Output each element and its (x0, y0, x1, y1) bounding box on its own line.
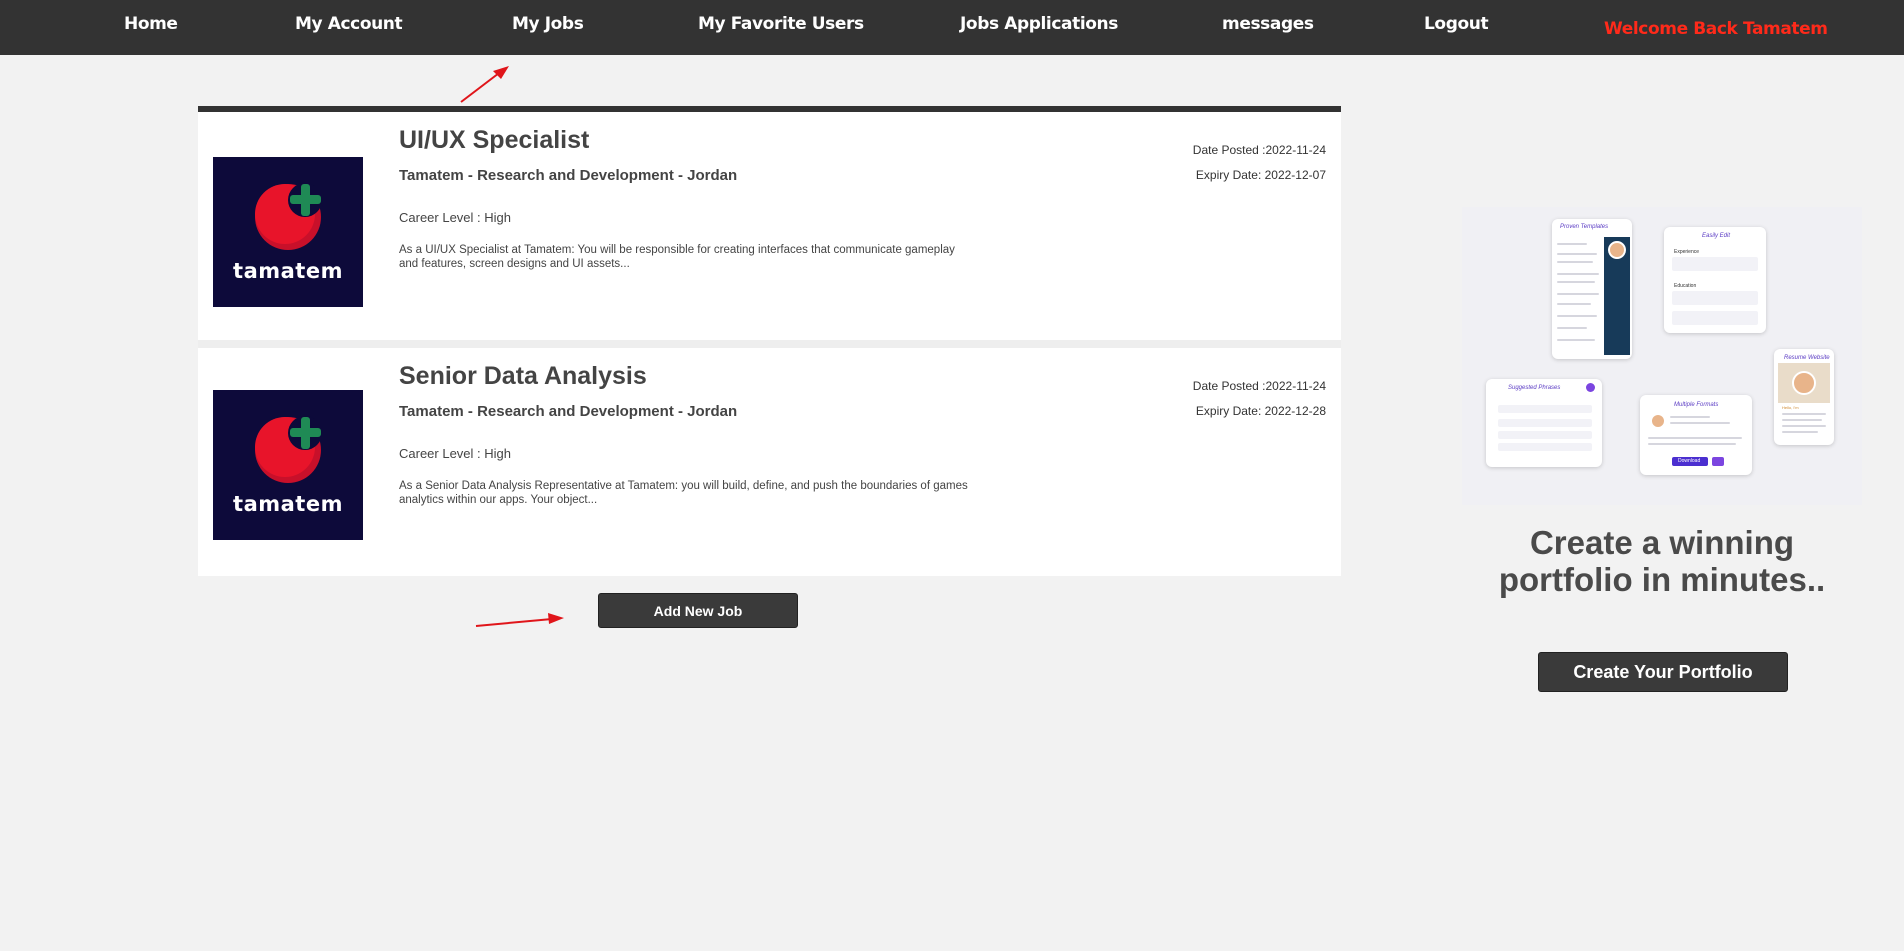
mock-formats-label: Multiple Formats (1674, 402, 1719, 408)
annotation-arrow-add-job (475, 613, 564, 627)
job-title[interactable]: UI/UX Specialist (399, 126, 589, 155)
mock-edit-card: Easily Edit Experience Education (1664, 227, 1766, 333)
nav-logout-link[interactable]: Logout (1424, 14, 1489, 34)
job-company: Tamatem - Research and Development - Jor… (399, 167, 738, 184)
avatar (1792, 371, 1816, 395)
job-card[interactable]: tamatem UI/UX Specialist Tamatem - Resea… (198, 112, 1341, 340)
field-tile (1498, 443, 1592, 451)
text-line (1782, 419, 1822, 421)
top-nav-bar: Home My Account My Jobs My Favorite User… (0, 0, 1904, 55)
company-logo: tamatem (213, 390, 363, 540)
text-line (1782, 413, 1826, 415)
text-line (1557, 243, 1587, 245)
text-line (1557, 303, 1591, 305)
job-career-level: Career Level : High (399, 210, 511, 225)
text-line (1557, 293, 1599, 295)
text-line (1557, 327, 1587, 329)
tomato-icon (255, 416, 322, 483)
plus-icon (1586, 383, 1595, 392)
job-description: As a Senior Data Analysis Representative… (399, 480, 968, 506)
job-list: tamatem UI/UX Specialist Tamatem - Resea… (198, 106, 1341, 576)
field-tile (1498, 419, 1592, 427)
toolbar-tile (1498, 405, 1592, 413)
job-career-level: Career Level : High (399, 446, 511, 461)
text-line (1648, 437, 1742, 439)
text-line (1557, 315, 1597, 317)
mock-phrases-card: Suggested Phrases (1486, 379, 1602, 467)
job-expiry-date: Expiry Date: 2022-12-28 (1195, 404, 1326, 418)
mock-education-label: Education (1674, 283, 1697, 289)
text-line (1557, 273, 1599, 275)
portfolio-promo-image: Proven Templates Easily Edit Experience … (1462, 207, 1862, 505)
avatar (1650, 413, 1666, 429)
job-title[interactable]: Senior Data Analysis (399, 362, 647, 391)
promo-title: Create a winning portfolio in minutes.. (1498, 524, 1826, 598)
nav-messages-link[interactable]: messages (1222, 14, 1314, 34)
mock-format-button (1712, 457, 1724, 466)
job-expiry-date: Expiry Date: 2022-12-07 (1195, 168, 1326, 182)
mock-templates-label: Proven Templates (1560, 224, 1609, 230)
mock-download-button: Download (1672, 457, 1708, 466)
field-tile (1672, 257, 1758, 271)
mock-experience-label: Experience (1674, 249, 1700, 255)
text-line (1557, 261, 1593, 263)
text-line (1557, 339, 1595, 341)
field-tile (1498, 431, 1592, 439)
mock-templates-card: Proven Templates (1552, 219, 1632, 359)
job-date-posted: Date Posted :2022-11-24 (1192, 379, 1326, 393)
create-portfolio-button[interactable]: Create Your Portfolio (1538, 652, 1788, 692)
mock-website-card: Resume Website Hello, I'm (1774, 349, 1834, 445)
mock-formats-card: Multiple Formats Download (1640, 395, 1752, 475)
mock-edit-label: Easily Edit (1702, 233, 1731, 239)
add-new-job-button[interactable]: Add New Job (598, 593, 798, 628)
mock-phrases-label: Suggested Phrases (1508, 385, 1561, 391)
job-card[interactable]: tamatem Senior Data Analysis Tamatem - R… (198, 348, 1341, 576)
tomato-icon (255, 183, 322, 250)
text-line (1557, 253, 1597, 255)
job-date-posted: Date Posted :2022-11-24 (1192, 143, 1326, 157)
mock-hello-label: Hello, I'm (1782, 405, 1799, 410)
text-line (1670, 422, 1730, 424)
field-tile (1672, 311, 1758, 325)
field-tile (1672, 291, 1758, 305)
nav-my-jobs-link[interactable]: My Jobs (512, 14, 584, 34)
text-line (1557, 281, 1595, 283)
text-line (1648, 443, 1736, 445)
text-line (1670, 416, 1710, 418)
job-description: As a UI/UX Specialist at Tamatem: You wi… (399, 244, 955, 270)
nav-my-account-link[interactable]: My Account (295, 14, 403, 34)
mock-download-label: Download (1678, 458, 1701, 464)
text-line (1782, 425, 1826, 427)
avatar (1608, 241, 1626, 259)
mock-website-label: Resume Website (1784, 355, 1830, 361)
annotation-arrow-my-jobs (460, 66, 509, 103)
nav-favorite-users-link[interactable]: My Favorite Users (698, 14, 864, 34)
company-logo: tamatem (213, 157, 363, 307)
welcome-message: Welcome Back Tamatem (1604, 19, 1828, 39)
job-company: Tamatem - Research and Development - Jor… (399, 403, 738, 420)
nav-jobs-applications-link[interactable]: Jobs Applications (960, 14, 1118, 34)
nav-home-link[interactable]: Home (124, 14, 178, 34)
logo-text: tamatem (233, 492, 343, 516)
logo-text: tamatem (233, 259, 343, 283)
text-line (1782, 431, 1818, 433)
